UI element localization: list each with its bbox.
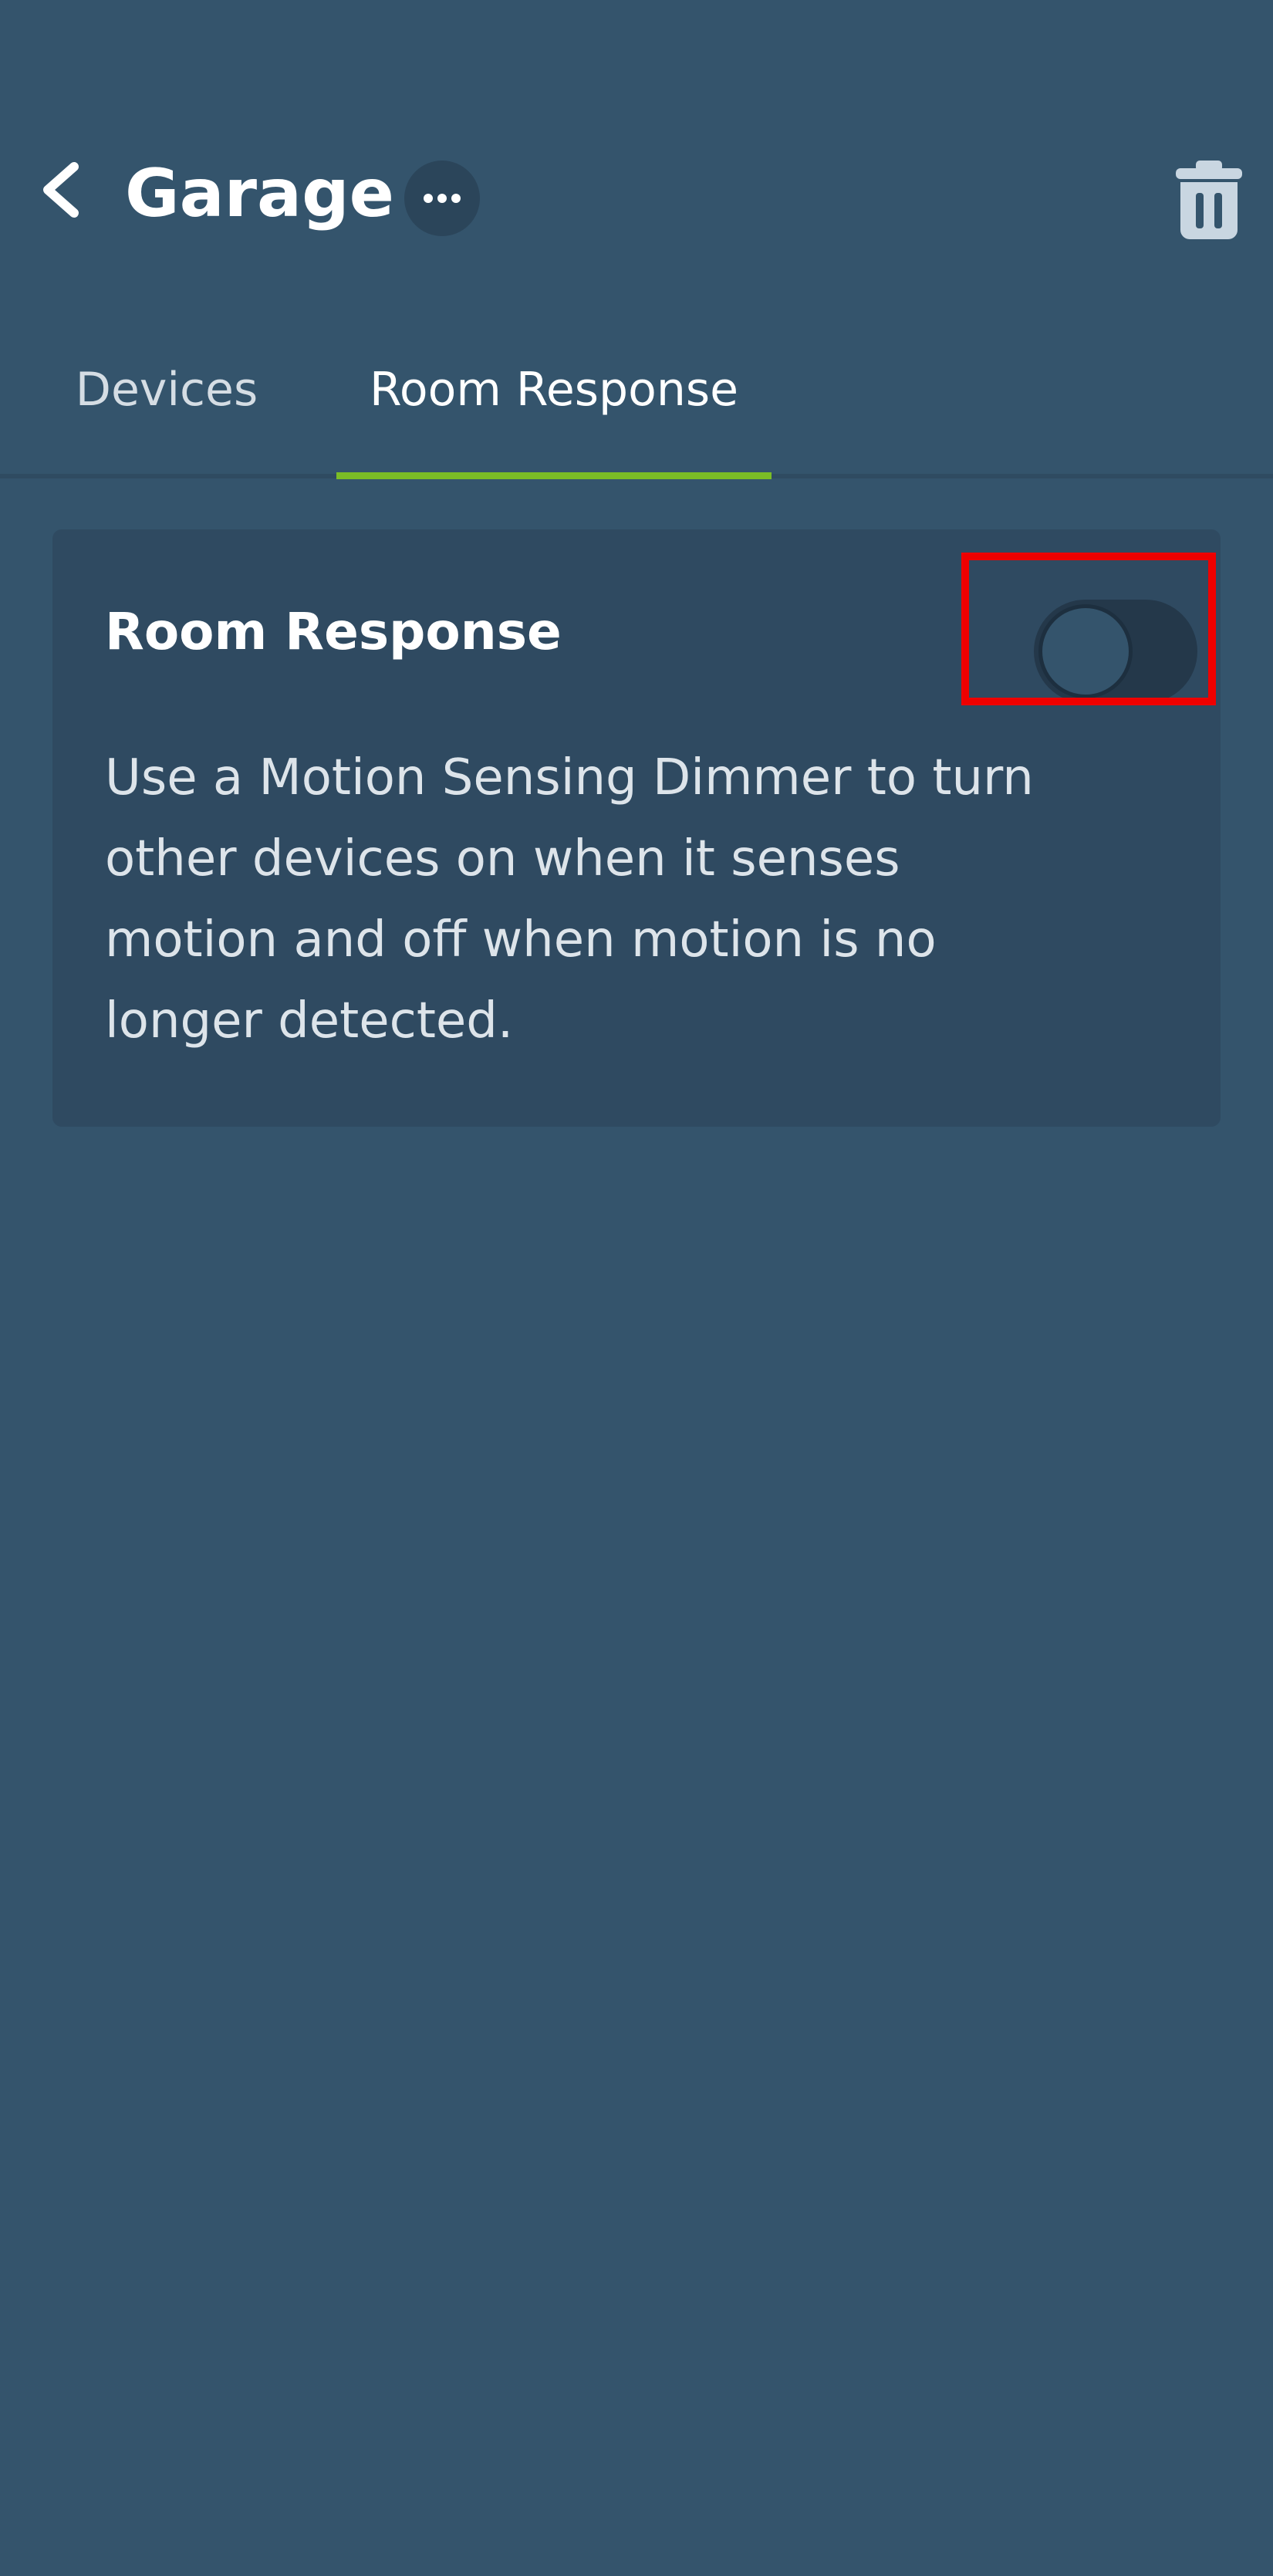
tab-bar: Devices Room Response [0, 340, 1273, 478]
room-response-card: Room Response Use a Motion Sensing Dimme… [52, 529, 1221, 1127]
active-tab-indicator [336, 472, 772, 479]
tab-room-response[interactable]: Room Response [336, 363, 772, 478]
room-response-toggle[interactable] [1003, 574, 1197, 703]
back-button[interactable] [31, 151, 93, 228]
toggle-knob [1038, 604, 1133, 698]
tab-devices[interactable]: Devices [74, 363, 259, 478]
tab-devices-label: Devices [75, 363, 258, 417]
page-title: Garage [125, 155, 394, 232]
chevron-left-icon [43, 162, 79, 218]
room-response-description: Use a Motion Sensing Dimmer to turn othe… [105, 749, 1034, 1050]
trash-icon [1176, 161, 1242, 239]
more-options-button[interactable] [404, 161, 480, 236]
ellipsis-icon [424, 194, 461, 203]
delete-button[interactable] [1173, 159, 1245, 239]
room-response-title: Room Response [105, 602, 562, 661]
app-header: Garage [0, 0, 1273, 278]
tab-room-response-label: Room Response [369, 363, 739, 417]
